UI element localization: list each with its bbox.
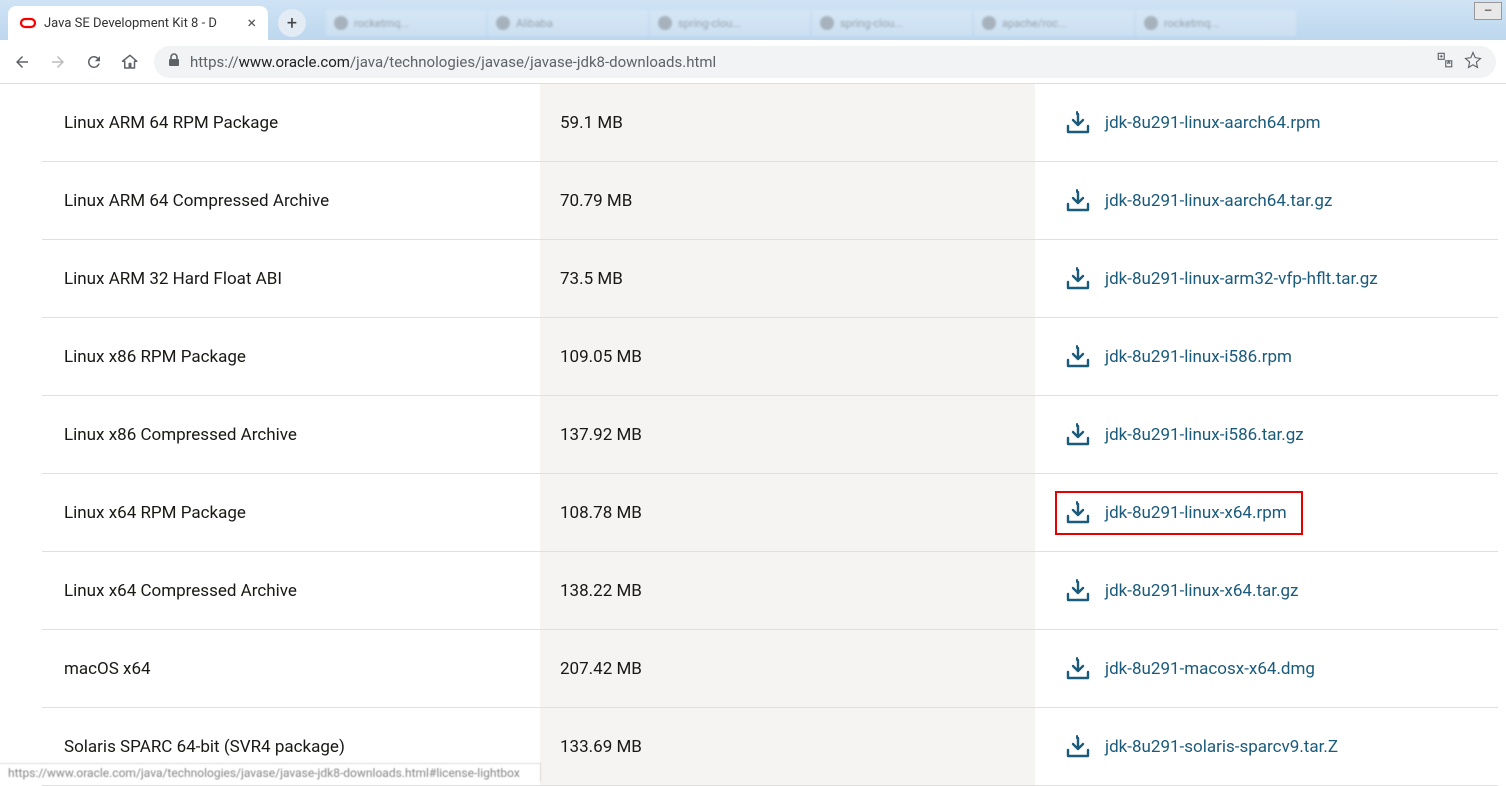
download-cell: jdk-8u291-linux-i586.rpm — [1035, 345, 1498, 369]
download-icon — [1065, 423, 1091, 447]
download-link[interactable]: jdk-8u291-linux-i586.rpm — [1105, 347, 1292, 367]
forward-button[interactable] — [46, 50, 70, 74]
back-button[interactable] — [10, 50, 34, 74]
product-name: Linux x86 Compressed Archive — [42, 425, 540, 445]
lock-icon — [168, 53, 180, 71]
browser-toolbar: https://www.oracle.com/java/technologies… — [0, 40, 1506, 84]
download-icon — [1065, 345, 1091, 369]
table-row: macOS x64207.42 MB jdk-8u291-macosx-x64.d… — [42, 630, 1498, 708]
tab-title: Java SE Development Kit 8 - D — [44, 16, 239, 31]
product-name: Linux x86 RPM Package — [42, 347, 540, 367]
background-tab[interactable]: spring-clou... — [812, 10, 972, 36]
download-link[interactable]: jdk-8u291-linux-x64.rpm — [1105, 503, 1287, 523]
download-link[interactable]: jdk-8u291-linux-arm32-vfp-hflt.tar.gz — [1105, 269, 1378, 289]
highlighted-download: jdk-8u291-linux-x64.rpm — [1055, 491, 1303, 535]
background-tab[interactable]: spring-clou... — [650, 10, 810, 36]
product-name: Linux ARM 32 Hard Float ABI — [42, 269, 540, 289]
download-link[interactable]: jdk-8u291-linux-x64.tar.gz — [1105, 581, 1298, 601]
download-link[interactable]: jdk-8u291-solaris-sparcv9.tar.Z — [1105, 737, 1338, 757]
product-name: Linux x64 RPM Package — [42, 503, 540, 523]
table-row: Linux ARM 64 Compressed Archive70.79 MB j… — [42, 162, 1498, 240]
bookmark-star-icon[interactable] — [1464, 51, 1482, 73]
file-size: 133.69 MB — [540, 708, 1035, 785]
new-tab-button[interactable]: + — [278, 9, 306, 37]
file-size: 109.05 MB — [540, 318, 1035, 395]
product-name: macOS x64 — [42, 659, 540, 679]
file-size: 138.22 MB — [540, 552, 1035, 629]
download-link[interactable]: jdk-8u291-linux-i586.tar.gz — [1105, 425, 1304, 445]
oracle-favicon — [20, 15, 36, 31]
product-name: Linux ARM 64 Compressed Archive — [42, 191, 540, 211]
file-size: 207.42 MB — [540, 630, 1035, 707]
download-cell: jdk-8u291-linux-i586.tar.gz — [1035, 423, 1498, 447]
file-size: 137.92 MB — [540, 396, 1035, 473]
file-size: 59.1 MB — [540, 84, 1035, 161]
file-size: 70.79 MB — [540, 162, 1035, 239]
download-cell: jdk-8u291-linux-aarch64.rpm — [1035, 111, 1498, 135]
download-icon — [1065, 267, 1091, 291]
home-button[interactable] — [118, 50, 142, 74]
file-size: 108.78 MB — [540, 474, 1035, 551]
table-row: Linux ARM 64 RPM Package59.1 MB jdk-8u291… — [42, 84, 1498, 162]
url-text: https://www.oracle.com/java/technologies… — [190, 53, 1426, 71]
tab-close-icon[interactable]: × — [247, 15, 256, 31]
download-icon — [1065, 735, 1091, 759]
table-row: Linux x64 Compressed Archive138.22 MB jdk… — [42, 552, 1498, 630]
background-tab[interactable]: Alibaba — [488, 10, 648, 36]
download-icon — [1065, 111, 1091, 135]
download-icon — [1065, 579, 1091, 603]
window-minimize-button[interactable]: — — [1474, 2, 1502, 20]
download-icon — [1065, 501, 1091, 525]
download-icon — [1065, 189, 1091, 213]
status-bar: https://www.oracle.com/java/technologies… — [0, 763, 541, 782]
product-name: Linux ARM 64 RPM Package — [42, 113, 540, 133]
table-row: Linux x86 RPM Package109.05 MB jdk-8u291-… — [42, 318, 1498, 396]
background-tab[interactable]: apache/roc... — [974, 10, 1134, 36]
product-name: Solaris SPARC 64-bit (SVR4 package) — [42, 737, 540, 757]
active-tab[interactable]: Java SE Development Kit 8 - D × — [8, 6, 268, 40]
download-link[interactable]: jdk-8u291-linux-aarch64.rpm — [1105, 113, 1321, 133]
download-cell: jdk-8u291-macosx-x64.dmg — [1035, 657, 1498, 681]
table-row: Linux ARM 32 Hard Float ABI73.5 MB jdk-8u… — [42, 240, 1498, 318]
product-name: Linux x64 Compressed Archive — [42, 581, 540, 601]
download-cell: jdk-8u291-linux-x64.rpm — [1035, 491, 1498, 535]
background-tab[interactable]: rocketmq... — [1136, 10, 1296, 36]
browser-tab-strip: Java SE Development Kit 8 - D × + rocket… — [0, 0, 1506, 40]
background-tab[interactable]: rocketmq... — [326, 10, 486, 36]
table-row: Linux x64 RPM Package108.78 MB jdk-8u291-… — [42, 474, 1498, 552]
reload-button[interactable] — [82, 50, 106, 74]
file-size: 73.5 MB — [540, 240, 1035, 317]
download-cell: jdk-8u291-linux-aarch64.tar.gz — [1035, 189, 1498, 213]
download-cell: jdk-8u291-solaris-sparcv9.tar.Z — [1035, 735, 1498, 759]
download-link[interactable]: jdk-8u291-macosx-x64.dmg — [1105, 659, 1315, 679]
page-content: Linux ARM 64 RPM Package59.1 MB jdk-8u291… — [0, 84, 1506, 786]
table-row: Linux x86 Compressed Archive137.92 MB jdk… — [42, 396, 1498, 474]
download-table: Linux ARM 64 RPM Package59.1 MB jdk-8u291… — [42, 84, 1498, 786]
address-bar[interactable]: https://www.oracle.com/java/technologies… — [154, 46, 1496, 78]
background-tabs: rocketmq... Alibaba spring-clou... sprin… — [326, 10, 1296, 36]
download-cell: jdk-8u291-linux-arm32-vfp-hflt.tar.gz — [1035, 267, 1498, 291]
download-icon — [1065, 657, 1091, 681]
translate-icon[interactable] — [1436, 51, 1454, 73]
download-cell: jdk-8u291-linux-x64.tar.gz — [1035, 579, 1498, 603]
window-controls: — — [1474, 2, 1502, 20]
download-link[interactable]: jdk-8u291-linux-aarch64.tar.gz — [1105, 191, 1332, 211]
